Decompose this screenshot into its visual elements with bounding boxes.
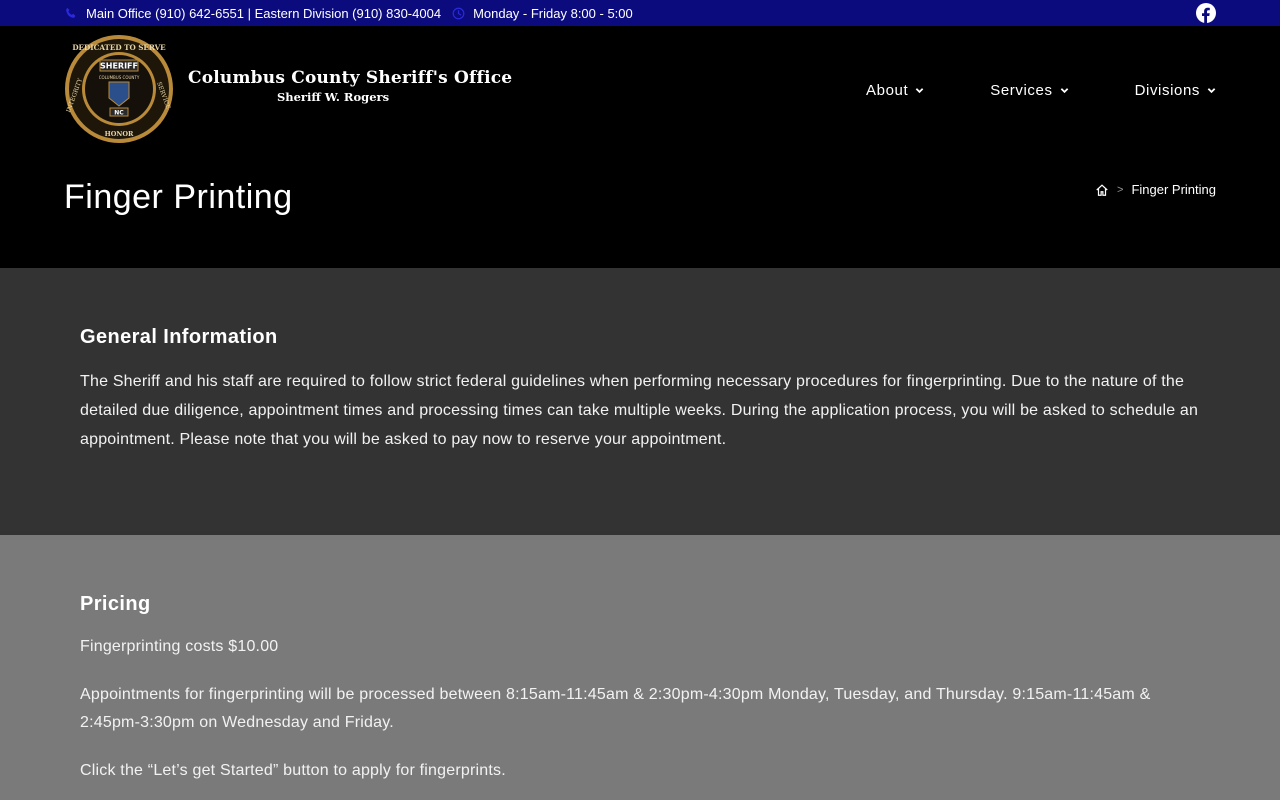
facebook-icon[interactable] <box>1196 3 1216 23</box>
chevron-down-icon <box>915 88 924 94</box>
nav-item-label: Divisions <box>1134 82 1200 99</box>
site-title: Columbus County Sheriff's Office <box>188 68 513 88</box>
pricing-section: Pricing Fingerprinting costs $10.00 Appo… <box>0 535 1280 800</box>
badge-motto-top: DEDICATED TO SERVE <box>72 43 166 52</box>
page-header: Finger Printing > Finger Printing <box>0 152 1280 268</box>
main-navigation: About Services Divisions <box>866 82 1216 99</box>
site-branding[interactable]: Columbus County Sheriff's Office Sheriff… <box>188 68 513 104</box>
phone-contact[interactable]: Main Office (910) 642-6551 | Eastern Div… <box>64 6 441 21</box>
pricing-hours: Appointments for fingerprinting will be … <box>80 686 1151 731</box>
section-heading: General Information <box>80 326 278 348</box>
breadcrumb-separator: > <box>1117 183 1124 196</box>
badge-state: NC <box>114 110 124 117</box>
site-subtitle: Sheriff W. Rogers <box>276 90 390 104</box>
nav-item-services[interactable]: Services <box>924 82 1068 99</box>
nav-item-label: About <box>866 82 909 99</box>
badge-banner: SHERIFF <box>100 62 138 71</box>
clock-icon <box>451 6 465 20</box>
hours-text: Monday - Friday 8:00 - 5:00 <box>473 5 633 21</box>
page-title: Finger Printing <box>64 178 293 216</box>
site-header: DEDICATED TO SERVE INTEGRITY HONOR SERVI… <box>0 26 1280 152</box>
nav-item-about[interactable]: About <box>866 82 924 99</box>
general-information-section: General Information The Sheriff and his … <box>0 268 1280 535</box>
pricing-cta-text: Click the “Let’s get Started” button to … <box>80 762 506 779</box>
breadcrumb-current: Finger Printing <box>1131 182 1216 197</box>
phone-icon <box>64 6 78 20</box>
badge-motto-bottom: HONOR <box>105 130 134 138</box>
chevron-down-icon <box>1207 88 1216 94</box>
sheriff-badge-logo[interactable]: DEDICATED TO SERVE INTEGRITY HONOR SERVI… <box>64 34 174 144</box>
chevron-down-icon <box>1060 88 1068 94</box>
top-contact-bar: Main Office (910) 642-6551 | Eastern Div… <box>0 0 1280 26</box>
badge-county: COLUMBUS COUNTY <box>99 75 140 80</box>
general-info-text: The Sheriff and his staff are required t… <box>80 373 1199 448</box>
home-icon[interactable] <box>1095 183 1109 197</box>
breadcrumb: > Finger Printing <box>1095 182 1216 197</box>
phone-numbers: Main Office (910) 642-6551 | Eastern Div… <box>86 5 442 21</box>
office-hours: Monday - Friday 8:00 - 5:00 <box>451 6 633 21</box>
nav-item-label: Services <box>990 82 1053 99</box>
section-heading: Pricing <box>80 593 151 615</box>
nav-item-divisions[interactable]: Divisions <box>1069 82 1216 99</box>
pricing-cost: Fingerprinting costs $10.00 <box>80 638 279 655</box>
